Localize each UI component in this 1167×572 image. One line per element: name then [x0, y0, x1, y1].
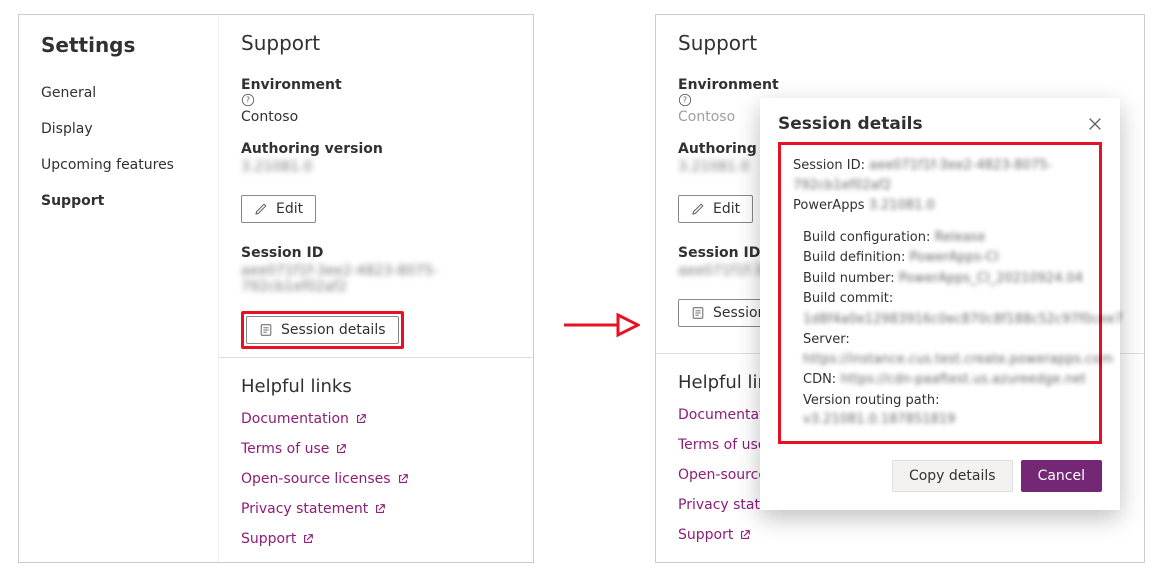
link-support-label[interactable]: Support: [678, 527, 733, 543]
cdn-line: CDN: https://cdn-paaftest.us.azureedge.n…: [803, 370, 1087, 390]
sidebar-item-upcoming-features[interactable]: Upcoming features: [19, 147, 218, 183]
server-val: https://instance.cus.test.create.powerap…: [803, 352, 1113, 367]
powerapps-line: PowerApps 3.21081.0: [793, 196, 1087, 216]
close-icon[interactable]: [1088, 117, 1102, 131]
environment-value: Contoso: [241, 109, 511, 125]
build-def-line: Build definition: PowerApps-CI: [803, 248, 1087, 268]
authoring-version-value: 3.21081.0: [241, 159, 511, 175]
environment-label-text: Environment: [678, 77, 779, 93]
link-terms[interactable]: Terms of use: [241, 441, 511, 457]
page-title: Support: [241, 31, 511, 55]
build-config-val: Release: [935, 230, 986, 245]
external-link-icon: [355, 413, 367, 425]
build-config-key: Build configuration:: [803, 230, 930, 245]
session-id-value: aee071f1f-3ee2-4823-8075-792cb1ef02af2: [241, 263, 511, 295]
session-details-icon: [259, 323, 273, 337]
build-commit-line: Build commit:: [803, 289, 1087, 309]
modal-title: Session details: [778, 114, 923, 134]
session-details-modal: Session details Session ID: aee071f1f-3e…: [760, 98, 1120, 510]
settings-sidebar: Settings General Display Upcoming featur…: [19, 15, 219, 562]
link-support[interactable]: Support: [241, 531, 511, 547]
modal-footer: Copy details Cancel: [778, 460, 1102, 492]
environment-label: Environment ?: [241, 77, 511, 107]
sidebar-item-display[interactable]: Display: [19, 111, 218, 147]
section-divider: [219, 357, 533, 358]
session-id-key: Session ID:: [793, 158, 865, 173]
modal-body: Session ID: aee071f1f-3ee2-4823-8075-792…: [778, 142, 1102, 444]
link-oss[interactable]: Open-source licenses: [241, 471, 511, 487]
sidebar-item-support[interactable]: Support: [19, 183, 218, 219]
svg-text:?: ?: [683, 96, 687, 105]
server-line: Server: https://instance.cus.test.create…: [803, 330, 1087, 369]
routing-key: Version routing path:: [803, 393, 939, 408]
link-documentation-label[interactable]: Documentation: [241, 411, 349, 427]
edit-button-label: Edit: [276, 201, 303, 217]
build-num-val: PowerApps_CI_20210924.04: [899, 271, 1083, 286]
copy-details-button[interactable]: Copy details: [892, 460, 1013, 492]
edit-icon: [254, 202, 268, 216]
server-key: Server:: [803, 332, 850, 347]
session-id-line: Session ID: aee071f1f-3ee2-4823-8075-792…: [793, 156, 1087, 195]
build-commit-val-line: 1d8f4a0e12983916c0ec870c8f188c52c97f0cee…: [803, 310, 1087, 330]
session-details-highlight: Session details: [241, 311, 404, 349]
build-num-line: Build number: PowerApps_CI_20210924.04: [803, 269, 1087, 289]
link-privacy[interactable]: Privacy statement: [241, 501, 511, 517]
settings-title: Settings: [19, 29, 218, 75]
page-title: Support: [678, 31, 1122, 55]
external-link-icon: [335, 443, 347, 455]
external-link-icon: [374, 503, 386, 515]
edit-icon: [691, 202, 705, 216]
link-support-label[interactable]: Support: [241, 531, 296, 547]
edit-button[interactable]: Edit: [241, 195, 316, 223]
build-commit-key: Build commit:: [803, 291, 893, 306]
link-terms-label[interactable]: Terms of use: [678, 437, 766, 453]
external-link-icon: [739, 529, 751, 541]
sidebar-item-general[interactable]: General: [19, 75, 218, 111]
powerapps-key: PowerApps: [793, 198, 864, 213]
cdn-key: CDN:: [803, 372, 836, 387]
cancel-button[interactable]: Cancel: [1021, 460, 1102, 492]
link-oss-label[interactable]: Open-source licenses: [241, 471, 391, 487]
build-num-key: Build number:: [803, 271, 895, 286]
session-details-button[interactable]: Session details: [246, 316, 399, 344]
help-icon[interactable]: ?: [241, 93, 511, 107]
session-details-icon: [691, 306, 705, 320]
cdn-val: https://cdn-paaftest.us.azureedge.net: [840, 372, 1086, 387]
link-terms-label[interactable]: Terms of use: [241, 441, 329, 457]
environment-label-text: Environment: [241, 77, 342, 93]
powerapps-val: 3.21081.0: [869, 198, 935, 213]
link-privacy-label[interactable]: Privacy statement: [241, 501, 368, 517]
external-link-icon: [302, 533, 314, 545]
routing-line: Version routing path: v3.21081.0.1878518…: [803, 391, 1087, 430]
session-id-label: Session ID: [241, 245, 511, 261]
link-documentation[interactable]: Documentation: [241, 411, 511, 427]
build-config-line: Build configuration: Release: [803, 228, 1087, 248]
support-main-left: Support Environment ? Contoso Authoring …: [219, 15, 533, 547]
arrow-icon: [560, 310, 640, 340]
session-details-button-label: Session details: [281, 322, 386, 338]
edit-button[interactable]: Edit: [678, 195, 753, 223]
external-link-icon: [397, 473, 409, 485]
link-support[interactable]: Support: [678, 527, 1122, 543]
routing-val: v3.21081.0.187851819: [803, 412, 955, 427]
helpful-links-title: Helpful links: [241, 376, 511, 397]
svg-text:?: ?: [246, 96, 250, 105]
build-def-key: Build definition:: [803, 250, 905, 265]
build-def-val: PowerApps-CI: [909, 250, 998, 265]
modal-header: Session details: [778, 114, 1102, 134]
edit-button-label: Edit: [713, 201, 740, 217]
settings-panel-left: Settings General Display Upcoming featur…: [18, 14, 534, 563]
build-commit-val: 1d8f4a0e12983916c0ec870c8f188c52c97f0cee…: [803, 312, 1123, 327]
authoring-version-label: Authoring version: [241, 141, 511, 157]
